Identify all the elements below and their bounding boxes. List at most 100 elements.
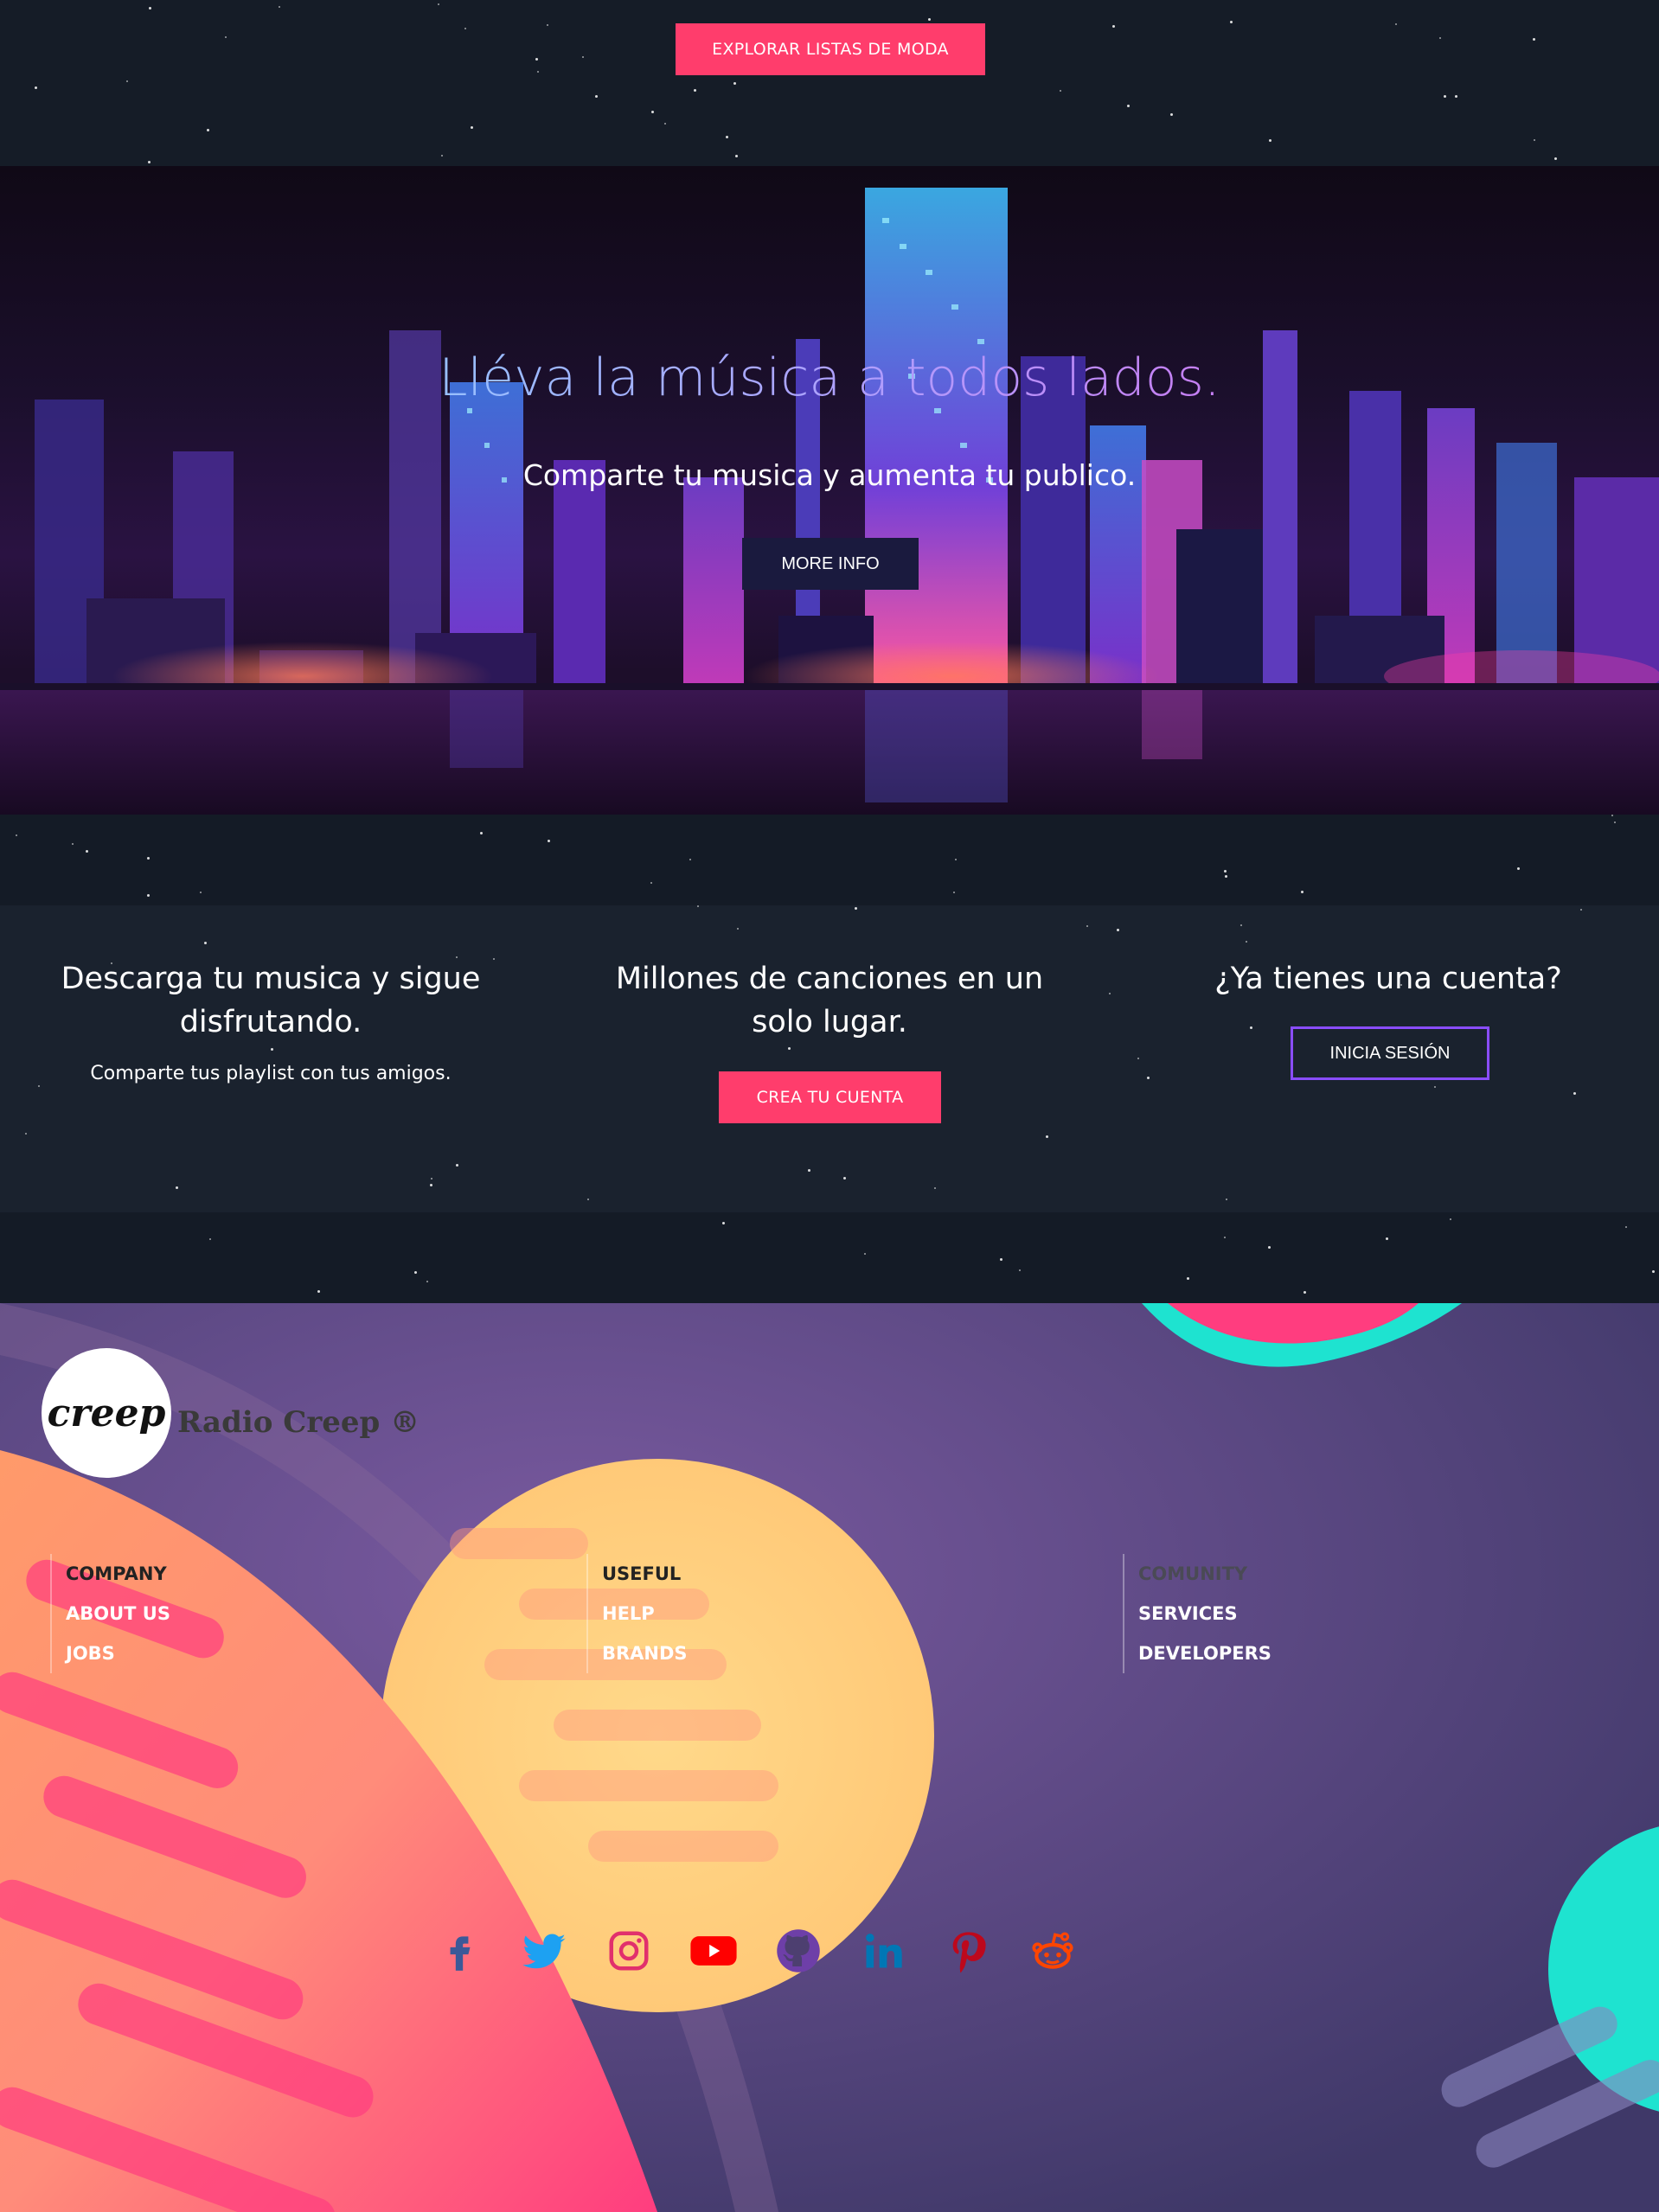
- star-dot: [1019, 1269, 1021, 1271]
- footer-heading-useful: USEFUL: [602, 1563, 682, 1584]
- star-dot: [955, 859, 957, 860]
- star-dot: [1611, 815, 1613, 816]
- star-dot: [25, 1133, 27, 1135]
- reddit-icon[interactable]: [1028, 1926, 1078, 1976]
- star-divider: [0, 815, 1659, 905]
- songs-feature: Millones de canciones en un solo lugar.: [611, 957, 1048, 1044]
- star-dot: [414, 1271, 417, 1274]
- star-dot: [548, 840, 550, 842]
- more-info-button[interactable]: MORE INFO: [742, 538, 919, 590]
- star-dot: [147, 894, 150, 897]
- star-dot: [788, 1047, 791, 1050]
- instagram-icon[interactable]: [604, 1926, 654, 1976]
- radio-creep-logo[interactable]: creep: [42, 1348, 171, 1478]
- star-dot: [456, 1164, 458, 1167]
- star-dot: [1224, 1237, 1226, 1238]
- star-dot: [651, 111, 654, 113]
- star-dot: [537, 71, 539, 73]
- login-button[interactable]: INICIA SESIÓN: [1291, 1026, 1489, 1080]
- footer-link-developers[interactable]: DEVELOPERS: [1138, 1633, 1271, 1673]
- star-dot: [16, 834, 17, 836]
- star-dot: [1573, 1092, 1576, 1095]
- footer-link-about-us[interactable]: ABOUT US: [66, 1594, 170, 1633]
- star-dot: [1434, 1086, 1436, 1088]
- star-dot: [1117, 929, 1119, 931]
- hero-section: Lléva la música a todos lados. Comparte …: [0, 166, 1659, 815]
- star-dot: [1533, 38, 1535, 41]
- social-links: [434, 1926, 1078, 1976]
- star-dot: [35, 86, 37, 89]
- star-dot: [726, 136, 728, 138]
- github-icon[interactable]: [773, 1926, 823, 1976]
- star-dot: [1109, 993, 1111, 994]
- star-dot: [697, 905, 699, 907]
- star-dot: [1187, 1277, 1189, 1280]
- star-dot: [1000, 1258, 1002, 1261]
- pinterest-icon[interactable]: [943, 1926, 993, 1976]
- footer-column-company: COMPANY ABOUT US JOBS: [50, 1554, 170, 1673]
- star-dot: [1304, 1291, 1306, 1294]
- facebook-icon[interactable]: [434, 1926, 484, 1976]
- star-dot: [438, 3, 439, 5]
- star-dot: [148, 161, 151, 163]
- star-dot: [464, 28, 466, 29]
- star-dot: [1112, 25, 1115, 28]
- star-dot: [1060, 90, 1061, 92]
- star-dot: [72, 843, 74, 845]
- hero-subtitle: Comparte tu musica y aumenta tu publico.: [522, 458, 1137, 492]
- logo-text: creep: [47, 1390, 166, 1435]
- star-dot: [1250, 1026, 1252, 1029]
- top-banner: EXPLORAR LISTAS DE MODA: [0, 0, 1659, 166]
- star-dot: [1455, 95, 1457, 98]
- linkedin-icon[interactable]: [858, 1926, 908, 1976]
- starfield: [0, 815, 1659, 905]
- star-dot: [934, 1187, 936, 1189]
- star-dot: [176, 1186, 178, 1189]
- star-dot: [808, 1169, 810, 1172]
- youtube-icon[interactable]: [689, 1926, 739, 1976]
- star-dot: [430, 1184, 432, 1186]
- footer-link-brands[interactable]: BRANDS: [602, 1633, 688, 1673]
- star-dot: [1240, 924, 1242, 926]
- download-text: Comparte tus playlist con tus amigos.: [90, 1063, 452, 1084]
- star-dot: [1386, 1237, 1388, 1240]
- starfield: [0, 1212, 1659, 1303]
- download-title: Descarga tu musica y sigue disfrutando.: [61, 962, 481, 1039]
- brand-name: Radio Creep ®: [177, 1405, 420, 1440]
- footer-link-jobs[interactable]: JOBS: [66, 1633, 170, 1673]
- twitter-icon[interactable]: [519, 1926, 569, 1976]
- star-dot: [209, 1238, 211, 1240]
- star-dot: [1046, 1135, 1048, 1138]
- star-dot: [864, 1253, 866, 1255]
- songs-title: Millones de canciones en un solo lugar.: [615, 962, 1044, 1039]
- star-dot: [1268, 1246, 1271, 1249]
- star-dot: [126, 80, 128, 82]
- footer-column-comunity: COMUNITY SERVICES DEVELOPERS: [1123, 1554, 1271, 1673]
- star-dot: [317, 1290, 320, 1293]
- star-dot: [1127, 105, 1130, 107]
- star-dot: [1517, 867, 1520, 870]
- create-account-button[interactable]: CREA TU CUENTA: [719, 1071, 941, 1123]
- star-dot: [225, 36, 227, 38]
- star-dot: [1301, 891, 1304, 893]
- star-dot: [689, 859, 691, 860]
- footer: creep Radio Creep ® COMPANY ABOUT US JOB…: [0, 1303, 1659, 2212]
- star-dot: [1170, 113, 1173, 116]
- star-dot: [1554, 157, 1557, 160]
- star-dot: [1226, 1199, 1227, 1200]
- star-dot: [147, 857, 150, 860]
- star-dot: [664, 123, 666, 125]
- star-dot: [1444, 95, 1446, 98]
- download-feature: Descarga tu musica y sigue disfrutando. …: [52, 957, 490, 1084]
- star-dot: [1246, 941, 1247, 943]
- star-dot: [843, 1177, 846, 1180]
- star-divider: [0, 1212, 1659, 1303]
- star-dot: [582, 56, 584, 58]
- explore-trending-button[interactable]: EXPLORAR LISTAS DE MODA: [676, 23, 985, 75]
- footer-heading-company: COMPANY: [66, 1563, 167, 1584]
- footer-link-help[interactable]: HELP: [602, 1594, 688, 1633]
- hero-title: Lléva la música a todos lados.: [0, 348, 1659, 408]
- star-dot: [431, 1178, 432, 1180]
- star-dot: [86, 850, 88, 853]
- footer-link-services[interactable]: SERVICES: [1138, 1594, 1271, 1633]
